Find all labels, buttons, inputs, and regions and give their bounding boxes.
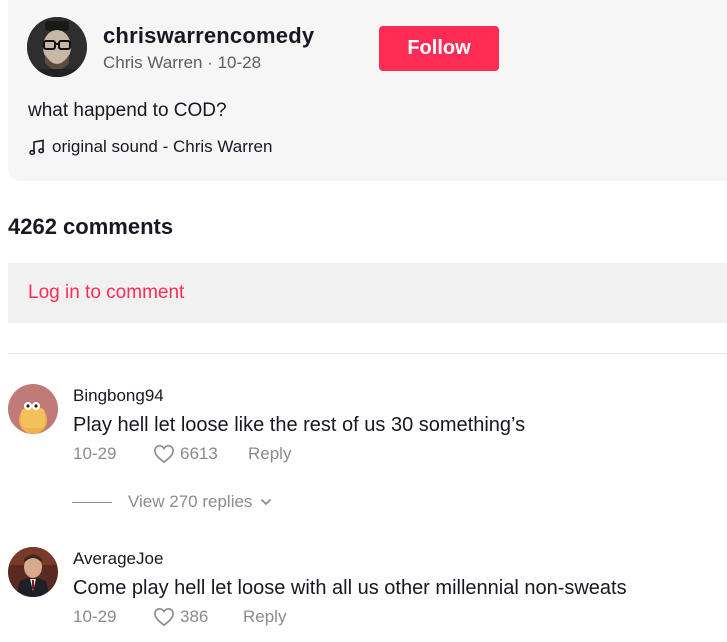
comment-avatar-image — [8, 384, 58, 434]
reply-button[interactable]: Reply — [243, 607, 286, 627]
login-to-comment-bar[interactable]: Log in to comment — [8, 263, 727, 323]
sound-label: original sound - Chris Warren — [52, 137, 273, 156]
comment-date: 10-29 — [73, 444, 117, 463]
chevron-down-icon — [261, 498, 272, 506]
comment-date: 10-29 — [73, 607, 117, 626]
sound-link[interactable]: original sound - Chris Warren — [28, 137, 272, 157]
comment-avatar[interactable] — [8, 384, 58, 434]
heart-icon — [154, 607, 174, 627]
view-replies-button[interactable]: View 270 replies — [72, 492, 272, 512]
replies-divider-line — [72, 501, 112, 503]
creator-subline: Chris Warren · 10-28 — [103, 53, 262, 72]
follow-button[interactable]: Follow — [379, 26, 499, 71]
comment-text: Come play hell let loose with all us oth… — [73, 577, 627, 599]
comment-text: Play hell let loose like the rest of us … — [73, 414, 526, 436]
comment-avatar-image — [8, 547, 58, 597]
creator-username[interactable]: chriswarrencomedy — [103, 23, 314, 49]
video-caption: what happend to COD? — [28, 100, 227, 121]
comment-meta: 10-29 386 Reply — [73, 607, 286, 627]
creator-avatar[interactable] — [27, 17, 87, 77]
like-count: 6613 — [180, 444, 218, 463]
comment-username[interactable]: AverageJoe — [73, 549, 163, 569]
reply-button[interactable]: Reply — [248, 444, 291, 464]
heart-icon — [154, 444, 174, 464]
music-note-icon — [29, 139, 45, 156]
like-button[interactable]: 6613 — [153, 444, 248, 464]
comment-avatar[interactable] — [8, 547, 58, 597]
comment-meta: 10-29 6613 Reply — [73, 444, 291, 464]
comment-username[interactable]: Bingbong94 — [73, 386, 164, 406]
like-count: 386 — [180, 607, 209, 626]
like-button[interactable]: 386 — [153, 607, 243, 627]
post-info-card: chriswarrencomedy Chris Warren · 10-28 F… — [8, 0, 727, 181]
creator-avatar-image — [27, 17, 87, 77]
comments-count: 4262 comments — [8, 214, 174, 239]
divider — [8, 353, 727, 354]
view-replies-label: View 270 replies — [128, 492, 253, 511]
login-to-comment-link[interactable]: Log in to comment — [28, 282, 184, 304]
